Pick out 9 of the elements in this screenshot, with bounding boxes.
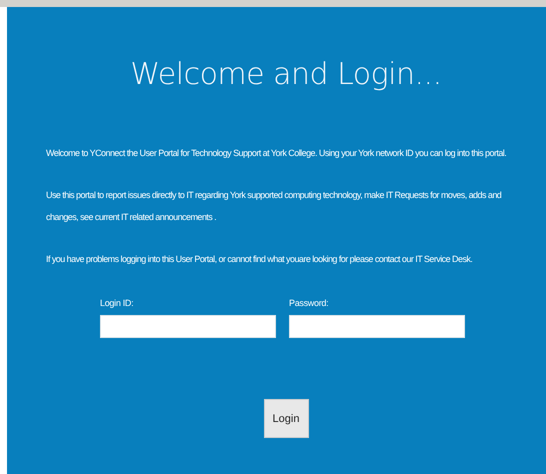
intro-paragraph: Use this portal to report issues directly to IT regarding York supported computing technology, make IT Requests for moves, adds and changes, see current IT related announcements . bbox=[46, 189, 502, 224]
login-button[interactable]: Login bbox=[264, 399, 308, 438]
page-title: Welcome and Login... bbox=[129, 57, 443, 92]
input-field[interactable] bbox=[289, 315, 465, 338]
field-label: Password: bbox=[289, 298, 328, 308]
intro-paragraph: If you have problems logging into this User Portal, or cannot find what youare looking for please contact our IT Service Desk. bbox=[46, 253, 474, 266]
field-label: Login ID: bbox=[100, 298, 134, 308]
input-field[interactable] bbox=[100, 315, 276, 338]
intro-paragraph: Welcome to YConnect the User Portal for Technology Support at York College. Using your York network ID you can log into this portal. bbox=[46, 147, 508, 160]
